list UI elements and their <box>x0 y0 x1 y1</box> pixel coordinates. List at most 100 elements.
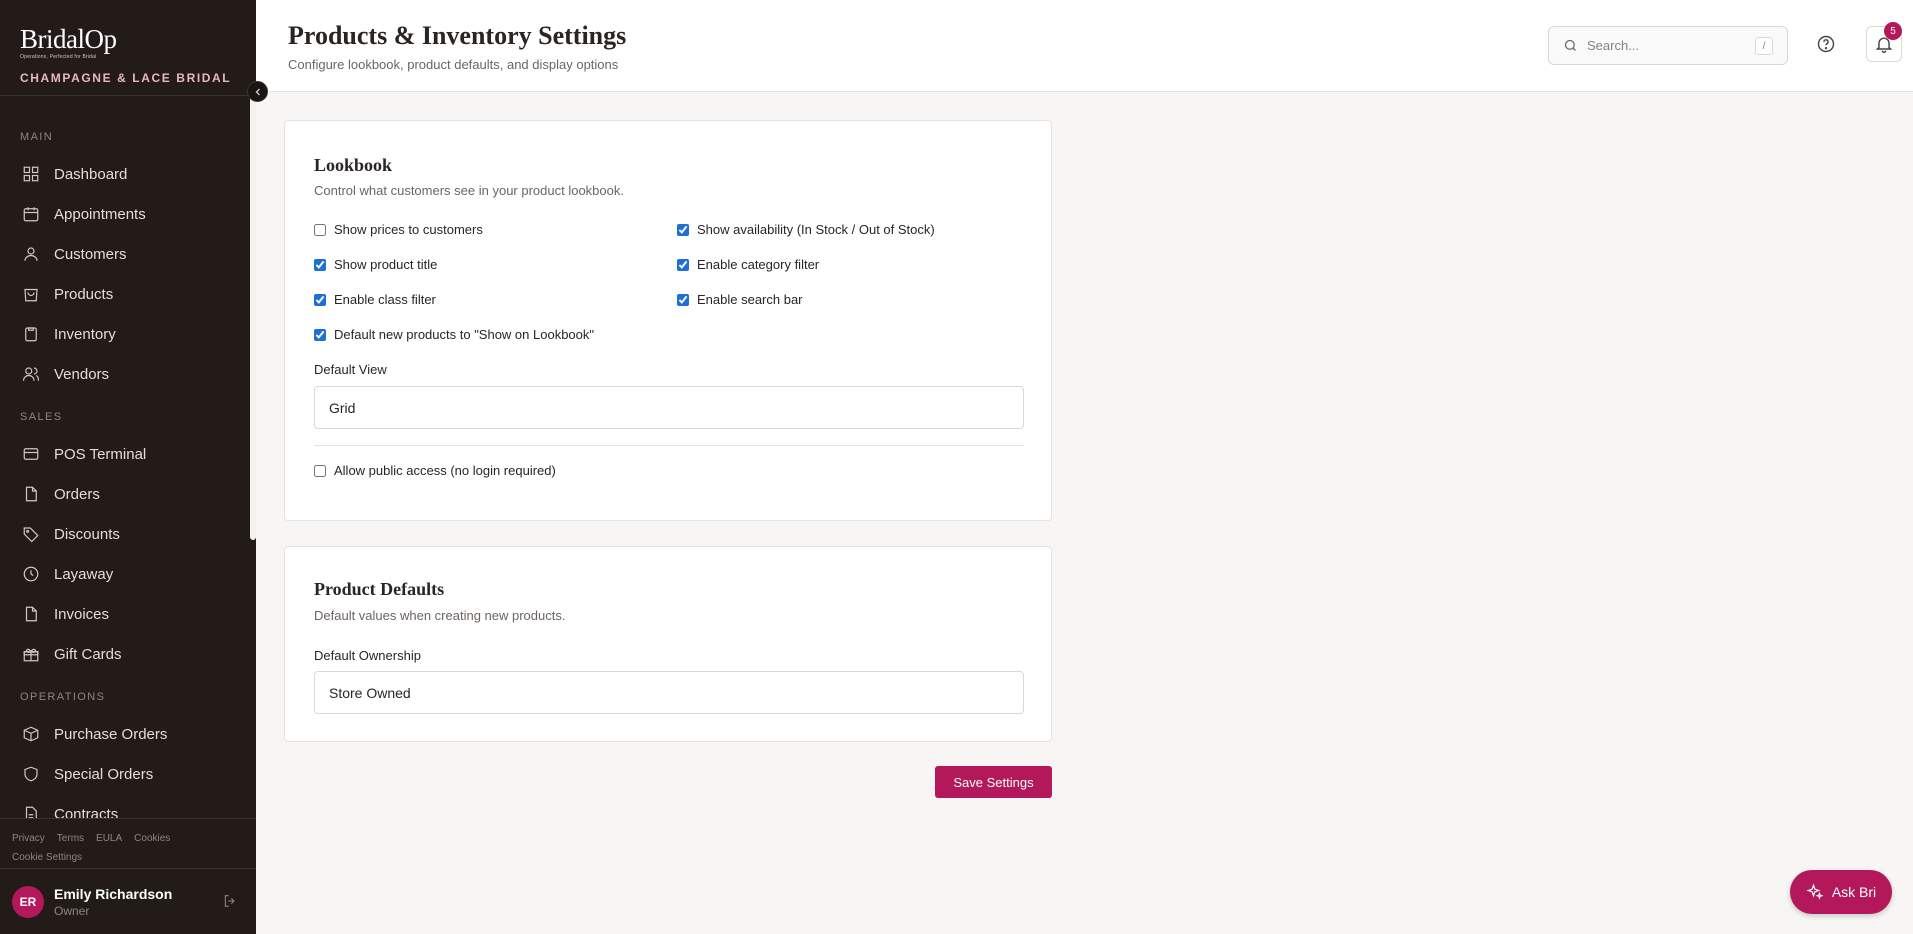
ask-bri-button[interactable]: Ask Bri <box>1790 870 1892 914</box>
privacy-link[interactable]: Privacy <box>12 833 45 844</box>
public-access-checkbox[interactable] <box>314 464 326 477</box>
search-shortcut-hint: / <box>1755 37 1773 55</box>
search-icon <box>1564 39 1576 51</box>
sidebar-item-products[interactable]: Products <box>0 274 256 314</box>
clipboard-icon <box>25 327 37 342</box>
sidebar-item-invoices[interactable]: Invoices <box>0 594 256 634</box>
collapse-sidebar-button[interactable] <box>247 81 268 102</box>
logo[interactable]: BridalOp <box>20 26 236 53</box>
class-filter-checkbox[interactable] <box>314 293 326 306</box>
sidebar-item-vendors[interactable]: Vendors <box>0 354 256 394</box>
default-view-select[interactable]: Grid <box>314 386 1024 429</box>
sidebar-item-label: Special Orders <box>54 765 154 783</box>
sidebar-item-layaway[interactable]: Layaway <box>0 554 256 594</box>
default-ownership-label: Default Ownership <box>314 648 421 663</box>
sidebar-item-customers[interactable]: Customers <box>0 234 256 274</box>
terms-link[interactable]: Terms <box>57 833 84 844</box>
sidebar-item-label: POS Terminal <box>54 445 147 463</box>
page-title: Products & Inventory Settings <box>288 21 627 50</box>
search-bar-checkbox[interactable] <box>677 293 689 306</box>
category-filter-checkbox[interactable] <box>677 258 689 271</box>
cookies-link[interactable]: Cookies <box>134 833 170 844</box>
sidebar: BridalOp Operations, Perfected for Brida… <box>0 0 256 934</box>
default-show-checkbox[interactable] <box>314 328 326 341</box>
logout-icon <box>224 895 235 907</box>
show-title-checkbox[interactable] <box>314 258 326 271</box>
page-subtitle: Configure lookbook, product defaults, an… <box>288 57 619 72</box>
default-show-label: Default new products to "Show on Lookboo… <box>334 327 594 342</box>
sidebar-item-orders[interactable]: Orders <box>0 474 256 514</box>
sidebar-item-gift-cards[interactable]: Gift Cards <box>0 634 256 674</box>
section-label-main: MAIN <box>20 131 54 143</box>
public-access-option[interactable]: Allow public access (no login required) <box>314 463 556 478</box>
notification-badge: 5 <box>1884 22 1902 40</box>
sidebar-item-pos-terminal[interactable]: POS Terminal <box>0 434 256 474</box>
show-availability-checkbox[interactable] <box>677 223 689 236</box>
eula-link[interactable]: EULA <box>96 833 122 844</box>
sidebar-item-label: Vendors <box>54 365 110 383</box>
sidebar-item-purchase-orders[interactable]: Purchase Orders <box>0 714 256 754</box>
search-bar-label: Enable search bar <box>697 292 803 307</box>
search-bar-option[interactable]: Enable search bar <box>677 292 803 307</box>
search-input[interactable] <box>1587 38 1737 53</box>
product-defaults-card: Product Defaults Default values when cre… <box>284 546 1052 742</box>
avatar: ER <box>12 885 44 918</box>
show-prices-checkbox[interactable] <box>314 223 326 236</box>
gift-icon <box>23 648 39 662</box>
show-availability-option[interactable]: Show availability (In Stock / Out of Sto… <box>677 222 935 237</box>
shield-icon <box>24 766 38 782</box>
help-circle-icon <box>1817 35 1835 53</box>
help-button[interactable] <box>1816 34 1838 56</box>
logo-tagline: Operations, Perfected for Bridal <box>20 54 97 60</box>
users-icon <box>22 367 40 381</box>
show-title-label: Show product title <box>334 257 438 272</box>
default-ownership-select[interactable]: Store Owned <box>314 671 1024 714</box>
logout-button[interactable] <box>222 893 240 911</box>
user-icon <box>24 247 38 261</box>
default-view-label: Default View <box>314 362 387 377</box>
sidebar-item-label: Products <box>54 285 114 303</box>
show-availability-label: Show availability (In Stock / Out of Sto… <box>697 222 935 237</box>
sidebar-item-label: Purchase Orders <box>54 725 168 743</box>
box-icon <box>23 726 39 742</box>
show-prices-label: Show prices to customers <box>334 222 483 237</box>
lookbook-card: Lookbook Control what customers see in y… <box>284 120 1052 521</box>
default-show-option[interactable]: Default new products to "Show on Lookboo… <box>314 327 594 342</box>
class-filter-option[interactable]: Enable class filter <box>314 292 436 307</box>
save-settings-button[interactable]: Save Settings <box>935 766 1052 798</box>
category-filter-option[interactable]: Enable category filter <box>677 257 819 272</box>
sidebar-item-label: Inventory <box>54 325 116 343</box>
bag-icon <box>24 288 38 302</box>
sidebar-item-label: Layaway <box>54 565 114 583</box>
clock-icon <box>23 566 39 582</box>
product-defaults-title: Product Defaults <box>314 579 445 599</box>
page-header: Products & Inventory Settings Configure … <box>256 0 1913 92</box>
sidebar-item-discounts[interactable]: Discounts <box>0 514 256 554</box>
cookie-settings-link[interactable]: Cookie Settings <box>12 852 82 863</box>
sidebar-item-inventory[interactable]: Inventory <box>0 314 256 354</box>
ask-bri-label: Ask Bri <box>1831 884 1877 900</box>
show-prices-option[interactable]: Show prices to customers <box>314 222 483 237</box>
file-text-icon <box>25 806 37 818</box>
sidebar-nav: MAIN Dashboard Appointments Customers Pr… <box>0 96 256 818</box>
sparkles-icon <box>1806 883 1824 900</box>
dashboard-icon <box>23 166 39 182</box>
sidebar-item-appointments[interactable]: Appointments <box>0 194 256 234</box>
show-title-option[interactable]: Show product title <box>314 257 437 272</box>
footer-links: Privacy Terms EULA Cookies Cookie Settin… <box>0 818 256 868</box>
sidebar-item-label: Orders <box>54 485 100 503</box>
tag-icon <box>23 527 39 543</box>
section-divider <box>314 445 1024 446</box>
brand: BridalOp Operations, Perfected for Brida… <box>0 0 256 96</box>
search-box[interactable]: / <box>1548 26 1788 65</box>
sidebar-item-label: Discounts <box>54 525 120 543</box>
lookbook-description: Control what customers see in your produ… <box>314 183 624 198</box>
lookbook-title: Lookbook <box>314 155 393 175</box>
section-label-operations: OPERATIONS <box>20 691 106 703</box>
sidebar-item-label: Customers <box>54 245 127 263</box>
sidebar-item-dashboard[interactable]: Dashboard <box>0 154 256 194</box>
sidebar-item-special-orders[interactable]: Special Orders <box>0 754 256 794</box>
section-label-sales: SALES <box>20 411 63 423</box>
user-profile[interactable]: ER Emily Richardson Owner <box>0 868 256 934</box>
sidebar-item-contracts[interactable]: Contracts <box>0 794 256 818</box>
